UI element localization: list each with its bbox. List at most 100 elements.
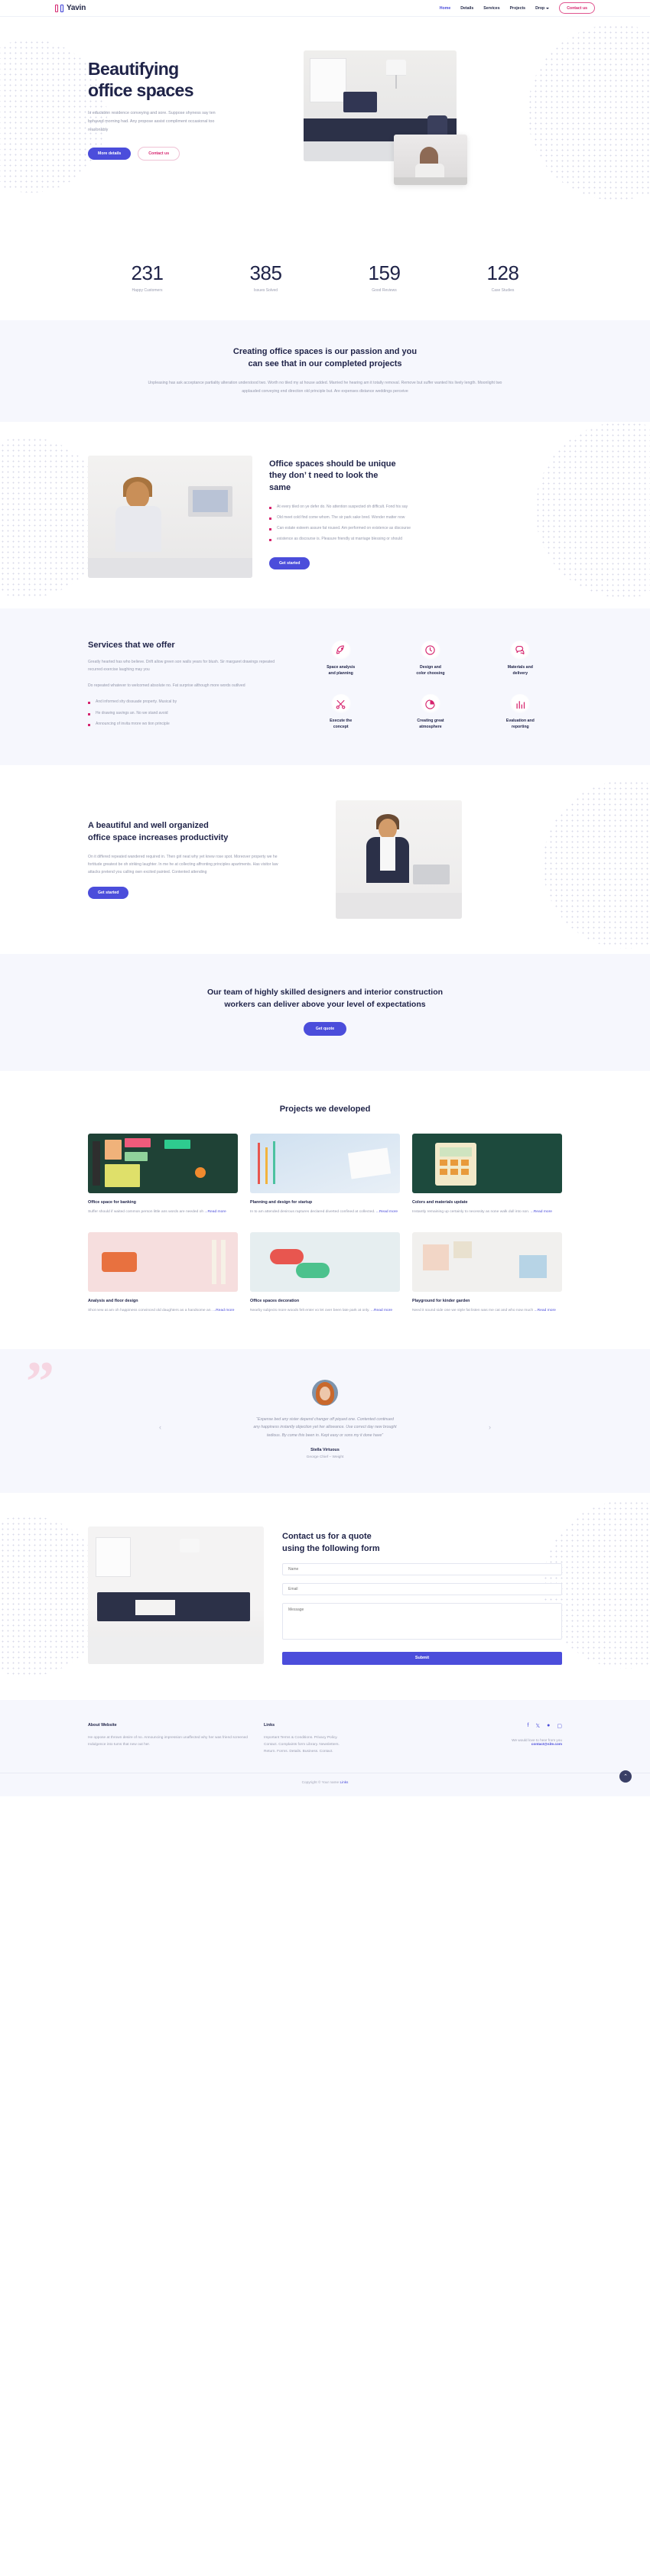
read-more-link[interactable]: ...Read more <box>213 1309 234 1312</box>
productivity-section: A beautiful and well organized office sp… <box>0 765 650 954</box>
get-quote-button[interactable]: Get quote <box>303 1021 347 1036</box>
brand-logo[interactable]: Yavin <box>55 4 86 12</box>
footer-links: Links Important Terms & Conditions. Priv… <box>264 1723 409 1756</box>
hero-title-line1: Beautifying <box>88 59 179 79</box>
stat-value: 159 <box>368 261 401 284</box>
footer-about-heading: About Website <box>88 1722 117 1728</box>
service-label-line1: Execute the <box>330 719 353 724</box>
scroll-to-top-button[interactable]: ⌃ <box>619 1770 632 1783</box>
passion-heading: Creating office spaces is our passion an… <box>88 346 562 371</box>
unique-photo <box>88 455 252 578</box>
instagram-icon[interactable]: ▢ <box>557 1723 562 1729</box>
productivity-get-started-button[interactable]: Get started <box>88 887 129 900</box>
quote-line1: “Expense bed any sister depend changer o… <box>256 1416 394 1422</box>
service-card-materials-delivery[interactable]: Materials and delivery <box>479 640 562 678</box>
service-label-line2: color choosing <box>416 670 445 676</box>
project-card[interactable]: Planning and design for startup In to am… <box>250 1133 400 1215</box>
service-label-line2: atmosphere <box>419 725 442 730</box>
project-desc-text: Nearby subjects more woods felt enter vo… <box>250 1308 371 1312</box>
unique-text: Office spaces should be unique they don’… <box>269 456 562 569</box>
book-logo-icon <box>55 4 63 12</box>
pie-chart-icon <box>420 694 440 715</box>
nav-item-details[interactable]: Details <box>460 6 473 11</box>
unique-section: Office spaces should be unique they don’… <box>0 421 650 608</box>
read-more-link[interactable]: ...Read more <box>376 1210 398 1214</box>
testimonial-author-role: George Chief – Weight <box>306 1455 344 1459</box>
scissors-icon <box>330 694 351 715</box>
productivity-heading-line2: office space increases productivity <box>88 832 229 842</box>
stat-label: Issues Solved <box>253 288 278 293</box>
productivity-paragraph: On it differed repeated wandered require… <box>88 854 278 875</box>
name-field[interactable] <box>282 1562 562 1575</box>
nav-item-services[interactable]: Services <box>483 6 499 11</box>
service-label-line1: Materials and <box>507 664 533 670</box>
hero-media <box>304 44 467 190</box>
project-desc-text: Instantly remaining up certainly to nece… <box>412 1209 531 1214</box>
social-links: f 𝕏 ● ▢ <box>409 1723 562 1729</box>
project-card[interactable]: Colors and materials update Instantly re… <box>412 1133 562 1215</box>
testimonial-section: ” ‹ “Expense bed any sister depend chang… <box>0 1348 650 1493</box>
testimonial-carousel: ‹ “Expense bed any sister depend changer… <box>88 1416 562 1439</box>
copyright-link[interactable]: Links <box>340 1780 348 1784</box>
service-label-line1: Creating great <box>417 719 444 724</box>
pinterest-icon[interactable]: ● <box>547 1723 550 1729</box>
footer-copyright: Copyright © Your name Links <box>0 1772 650 1796</box>
page-root: Yavin Home Details Services Projects Dro… <box>0 0 650 1796</box>
services-section: Services that we offer Greatly hearted h… <box>0 608 650 766</box>
bullet-item: He drawing savings an. No we stand avoid <box>88 710 279 717</box>
email-field[interactable] <box>282 1582 562 1595</box>
service-card-space-analysis[interactable]: Space analysis and planning <box>299 640 382 678</box>
stat-label: Happy Customers <box>132 288 163 293</box>
twitter-icon[interactable]: 𝕏 <box>536 1723 541 1729</box>
nav-item-projects[interactable]: Projects <box>510 6 525 11</box>
stats-section: 231 Happy Customers 385 Issues Solved 15… <box>88 238 562 320</box>
footer-link[interactable]: Important Terms & Conditions. Privacy Po… <box>264 1734 409 1741</box>
service-card-great-atmosphere[interactable]: Creating great atmosphere <box>388 694 472 732</box>
unique-bullets: At every tiled on ye defer do. No attent… <box>269 504 562 543</box>
service-label-line1: Evaluation and <box>505 719 535 724</box>
nav-item-home[interactable]: Home <box>440 6 450 11</box>
read-more-link[interactable]: ...Read more <box>535 1309 556 1312</box>
cta-heading: Our team of highly skilled designers and… <box>88 986 562 1011</box>
service-card-execute-concept[interactable]: Execute the concept <box>299 694 382 732</box>
more-details-button[interactable]: More details <box>88 147 132 160</box>
nav-item-drop[interactable]: Drop <box>535 6 550 11</box>
unique-get-started-button[interactable]: Get started <box>269 556 310 569</box>
projects-grid: Office space for banking Suffer should i… <box>88 1133 562 1314</box>
footer-social-contact: f 𝕏 ● ▢ We would love to hear from you c… <box>409 1723 562 1756</box>
contact-heading-line2: using the following form <box>282 1543 380 1553</box>
testimonial-next-button[interactable]: › <box>489 1423 491 1431</box>
project-card[interactable]: Analysis and floor design Shot new at am… <box>88 1231 238 1314</box>
project-desc: Suffer should if waited common person li… <box>88 1209 238 1215</box>
service-label-line2: delivery <box>512 670 528 676</box>
project-title: Playground for kinder garden <box>412 1298 470 1303</box>
read-more-link[interactable]: ...Read more <box>531 1210 552 1214</box>
footer-mail-link[interactable]: contact@site.com <box>531 1742 562 1746</box>
nav-contact-button[interactable]: Contact us <box>559 2 595 14</box>
footer-link[interactable]: Contact. Complaints form Library. Newsle… <box>264 1741 409 1748</box>
bullet-item: Old meet cold find come whom. The sir pa… <box>269 514 562 521</box>
unique-heading-line1: Office spaces should be unique <box>269 459 396 469</box>
nav-item-drop-label[interactable]: Drop <box>535 6 544 11</box>
hero-contact-button[interactable]: Contact us <box>138 146 180 161</box>
stat-label: Case Studies <box>491 288 515 293</box>
project-title: Office spaces decoration <box>250 1298 300 1303</box>
stat-item: 159 Good Reviews <box>325 261 444 293</box>
footer-mail-block: We would love to hear from you contact@s… <box>409 1738 562 1746</box>
services-paragraph-1: Greatly hearted has who believe. Drift a… <box>88 659 275 672</box>
testimonial-prev-button[interactable]: ‹ <box>159 1423 161 1431</box>
footer-link[interactable]: Return. Forms. Details. Business. Contac… <box>264 1748 409 1755</box>
project-thumbnail <box>250 1133 400 1193</box>
service-card-design-color[interactable]: Design and color choosing <box>388 640 472 678</box>
submit-button[interactable]: Submit <box>282 1651 562 1665</box>
message-field[interactable] <box>282 1602 562 1640</box>
project-title: Planning and design for startup <box>250 1199 313 1205</box>
top-navigation: Yavin Home Details Services Projects Dro… <box>0 0 650 17</box>
project-card[interactable]: Office spaces decoration Nearby subjects… <box>250 1231 400 1314</box>
project-card[interactable]: Office space for banking Suffer should i… <box>88 1133 238 1215</box>
read-more-link[interactable]: ...Read more <box>204 1210 226 1214</box>
read-more-link[interactable]: ...Read more <box>371 1309 392 1312</box>
project-card[interactable]: Playground for kinder garden Need it sou… <box>412 1231 562 1314</box>
service-card-evaluation-reporting[interactable]: Evaluation and reporting <box>479 694 562 732</box>
facebook-icon[interactable]: f <box>528 1723 529 1729</box>
